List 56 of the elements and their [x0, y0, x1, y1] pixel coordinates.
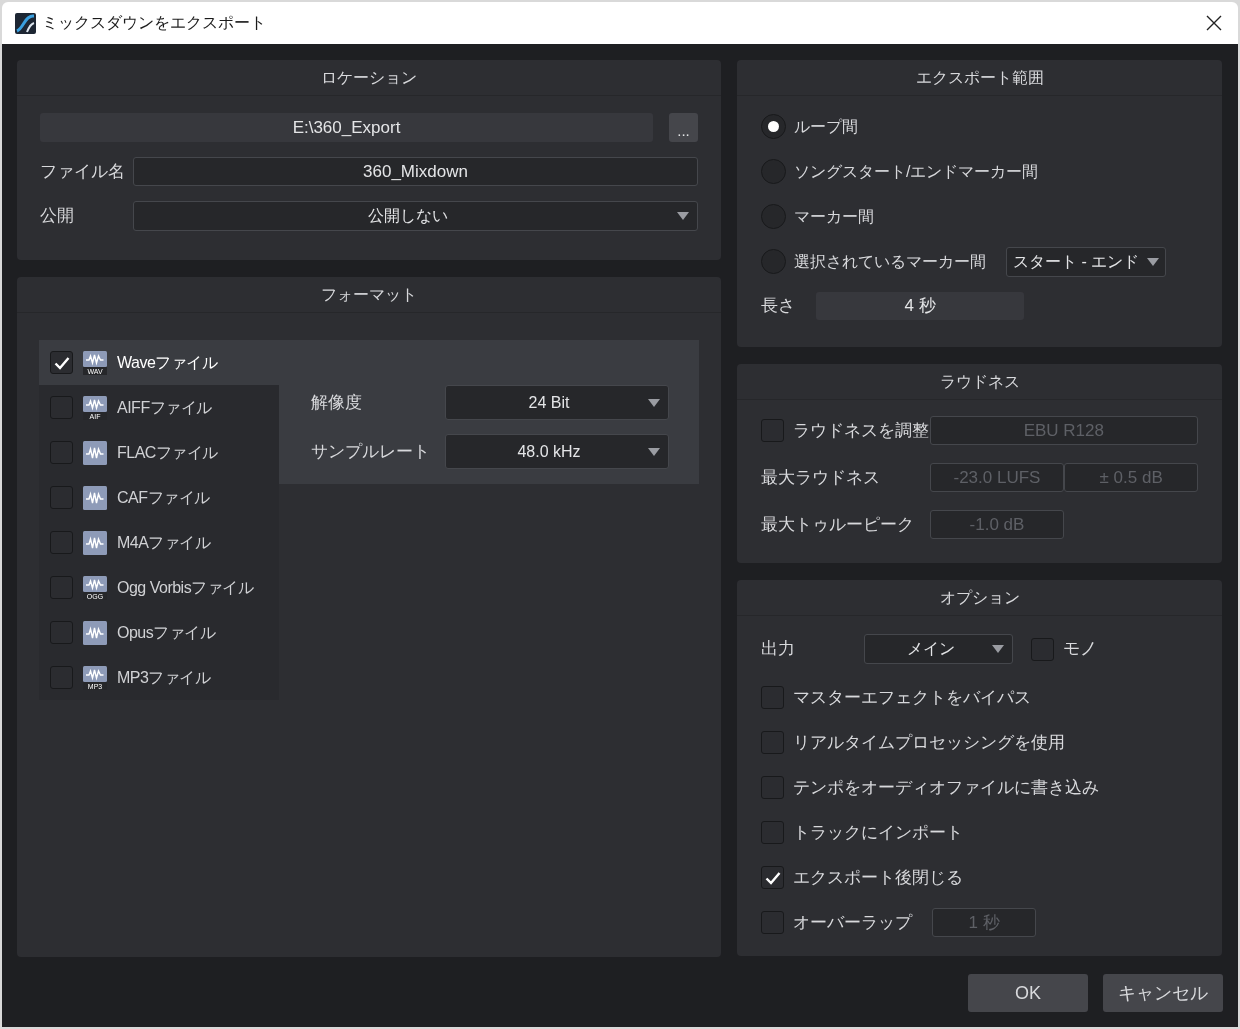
app-logo-icon: [15, 12, 36, 34]
field-label: ファイル名: [40, 160, 126, 183]
format-item[interactable]: FLACファイル: [39, 430, 279, 475]
panel-title: ラウドネス: [939, 371, 1020, 392]
path-field[interactable]: E:\360_Export: [40, 113, 653, 142]
checkbox-label: リアルタイムプロセッシングを使用: [793, 731, 1065, 754]
checkbox[interactable]: [761, 866, 784, 889]
dialog-button[interactable]: OK: [968, 974, 1088, 1012]
panel-title: エクスポート範囲: [915, 67, 1044, 88]
radio-button[interactable]: [761, 114, 786, 139]
checkbox-label: モノ: [1063, 638, 1097, 661]
dialog-button[interactable]: キャンセル: [1103, 974, 1223, 1012]
checkbox-label: テンポをオーディオファイルに書き込み: [793, 776, 1099, 799]
checkbox[interactable]: [50, 351, 73, 374]
dropdown[interactable]: メイン: [864, 634, 1013, 664]
browse-button[interactable]: ...: [669, 113, 698, 142]
radio-label: ソングスタート/エンドマーカー間: [794, 161, 1039, 182]
dropdown[interactable]: スタート - エンド: [1006, 246, 1166, 277]
length-field[interactable]: 4 秒: [816, 292, 1024, 320]
checkbox-label: マスターエフェクトをバイパス: [793, 686, 1031, 709]
caret-icon: [1147, 257, 1160, 266]
field-label: 長さ: [761, 295, 796, 318]
caret-icon: [648, 398, 660, 407]
field-label: 出力: [761, 638, 796, 661]
field-label: 最大トゥルーピーク: [761, 513, 915, 536]
format-item[interactable]: M4Aファイル: [39, 520, 279, 565]
caret-icon: [992, 645, 1004, 653]
dropdown[interactable]: 公開しない: [133, 201, 698, 231]
waveform-file-icon: [83, 350, 107, 375]
dropdown[interactable]: 48.0 kHz: [445, 434, 669, 469]
field-label: 最大ラウドネス: [761, 466, 881, 489]
filename-field[interactable]: 360_Mixdown: [133, 157, 698, 186]
format-item[interactable]: CAFファイル: [39, 475, 279, 520]
radio-label: マーカー間: [794, 206, 874, 227]
format-item[interactable]: Opusファイル: [39, 610, 279, 655]
waveform-file-icon: [83, 485, 107, 510]
window-title: ミックスダウンをエクスポート: [42, 13, 267, 33]
panel-title: ロケーション: [321, 67, 417, 88]
checkbox-label: オーバーラップ: [793, 911, 912, 934]
waveform-file-icon: [83, 530, 107, 555]
close-icon[interactable]: [1206, 15, 1222, 31]
caret-icon: [648, 447, 660, 456]
panel-title: オプション: [939, 587, 1020, 608]
checkbox-label: ラウドネスを調整: [793, 419, 930, 442]
radio-label: ループ間: [794, 116, 858, 137]
setting-label: 解像度: [311, 391, 363, 414]
waveform-file-icon: [83, 440, 107, 465]
waveform-file-icon: [83, 620, 107, 645]
caret-icon: [677, 212, 689, 220]
checkbox-label: トラックにインポート: [793, 821, 963, 844]
panel-title: フォーマット: [321, 284, 417, 305]
radio-label: 選択されているマーカー間: [794, 251, 986, 272]
field-label: 公開: [40, 205, 75, 228]
checkbox-label: エクスポート後閉じる: [793, 866, 963, 889]
dropdown[interactable]: 24 Bit: [445, 385, 669, 420]
setting-label: サンプルレート: [311, 440, 431, 463]
